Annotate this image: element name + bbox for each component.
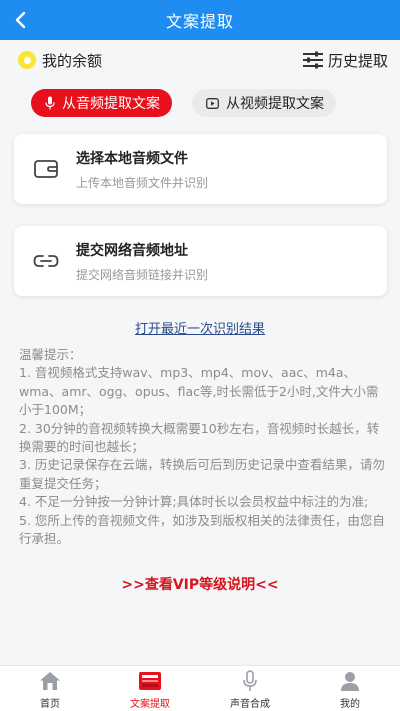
vip-level-link[interactable]: >>查看VIP等级说明<< bbox=[0, 574, 400, 594]
card-subtitle: 提交网络音频链接并识别 bbox=[76, 267, 209, 282]
source-tabs: 从音频提取文案 从视频提取文案 bbox=[0, 89, 400, 117]
page-title: 文案提取 bbox=[165, 12, 234, 31]
tab-video-label: 从视频提取文案 bbox=[226, 96, 324, 112]
tips-heading: 温馨提示： bbox=[19, 347, 82, 362]
tab-video-extract[interactable]: 从视频提取文案 bbox=[192, 89, 336, 117]
nav-home-label: 首页 bbox=[40, 699, 60, 710]
tips-section: 温馨提示： 1. 音视频格式支持wav、mp3、mp4、mov、aac、m4a、… bbox=[19, 346, 385, 548]
card-title: 选择本地音频文件 bbox=[76, 150, 188, 167]
open-last-result-link[interactable]: 打开最近一次识别结果 bbox=[0, 318, 400, 337]
user-icon bbox=[340, 670, 360, 692]
card-text: 提交网络音频地址 提交网络音频链接并识别 bbox=[76, 240, 208, 283]
history-label: 历史提取 bbox=[327, 51, 388, 70]
card-subtitle: 上传本地音频文件并识别 bbox=[76, 175, 209, 190]
nav-voice-synthesis-label: 声音合成 bbox=[230, 699, 270, 710]
coin-icon bbox=[18, 51, 36, 69]
link-icon bbox=[32, 247, 60, 275]
microphone-icon bbox=[242, 670, 258, 692]
nav-text-extract-label: 文案提取 bbox=[130, 699, 170, 710]
tip-item: 3. 历史记录保存在云端，转换后可后到历史记录中查看结果，请勿重复提交任务； bbox=[19, 457, 385, 491]
tip-item: 5. 您所上传的音视频文件，如涉及到版权相关的法律责任，由您自行承担。 bbox=[19, 512, 385, 547]
document-extract-icon bbox=[138, 670, 162, 692]
microphone-icon bbox=[45, 96, 55, 110]
balance-label: 我的余额 bbox=[42, 51, 103, 70]
tip-item: 4. 不足一分钟按一分钟计算;具体时长以会员权益中标注的为准; bbox=[19, 494, 369, 510]
back-button[interactable] bbox=[6, 4, 36, 36]
wallet-folder-icon bbox=[32, 155, 60, 183]
top-row: 我的余额 历史提取 bbox=[0, 44, 400, 76]
select-local-audio-card[interactable]: 选择本地音频文件 上传本地音频文件并识别 bbox=[14, 134, 387, 204]
submit-network-audio-card[interactable]: 提交网络音频地址 提交网络音频链接并识别 bbox=[14, 226, 387, 296]
home-icon bbox=[39, 670, 61, 692]
card-title: 提交网络音频地址 bbox=[76, 242, 188, 259]
card-text: 选择本地音频文件 上传本地音频文件并识别 bbox=[76, 148, 208, 191]
my-balance-button[interactable]: 我的余额 bbox=[18, 50, 102, 71]
chevron-left-icon bbox=[15, 11, 26, 29]
nav-home[interactable]: 首页 bbox=[0, 666, 100, 711]
bottom-nav: 首页 文案提取 声音合成 我的 bbox=[0, 665, 400, 711]
nav-mine[interactable]: 我的 bbox=[300, 666, 400, 711]
tab-audio-label: 从音频提取文案 bbox=[62, 96, 160, 112]
nav-mine-label: 我的 bbox=[340, 699, 360, 710]
tip-item: 2. 30分钟的音视频转换大概需要10秒左右，音视频时长越长，转换需要的时间也越… bbox=[19, 420, 380, 455]
nav-voice-synthesis[interactable]: 声音合成 bbox=[200, 666, 300, 711]
history-extract-button[interactable]: 历史提取 bbox=[302, 50, 388, 71]
sliders-icon bbox=[302, 51, 323, 69]
tip-item: 1. 音视频格式支持wav、mp3、mp4、mov、aac、m4a、wma、am… bbox=[19, 365, 379, 418]
tab-audio-extract[interactable]: 从音频提取文案 bbox=[31, 89, 172, 117]
video-icon bbox=[206, 97, 219, 109]
header-bar: 文案提取 bbox=[0, 0, 400, 40]
nav-text-extract[interactable]: 文案提取 bbox=[100, 666, 200, 711]
